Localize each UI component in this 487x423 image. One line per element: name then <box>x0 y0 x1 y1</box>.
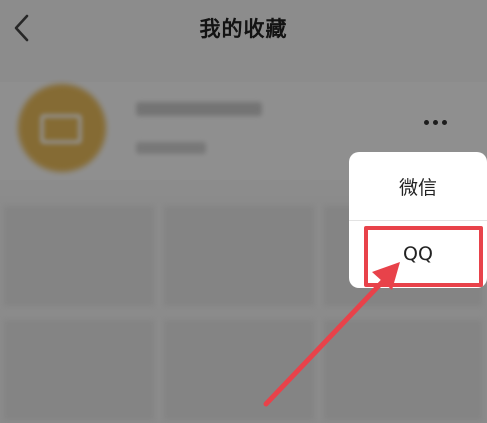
menu-item-wechat[interactable]: 微信 <box>349 152 487 220</box>
annotation-highlight-box <box>364 226 483 287</box>
favorites-screen: 我的收藏 微信 QQ <box>0 0 487 423</box>
